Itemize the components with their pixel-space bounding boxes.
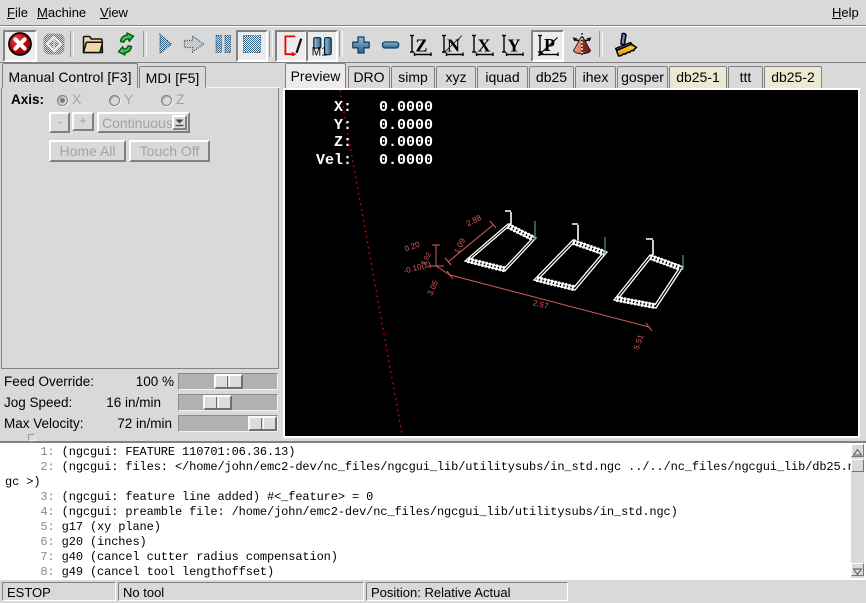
svg-text:2.88: 2.88 (465, 213, 483, 228)
svg-text:3.05: 3.05 (425, 278, 440, 296)
svg-text:0.20: 0.20 (403, 240, 421, 254)
svg-text:M1: M1 (312, 47, 328, 56)
svg-text:Y: Y (508, 36, 521, 56)
svg-text:1.09: 1.09 (452, 236, 467, 254)
svg-text:5.51: 5.51 (632, 333, 646, 351)
svg-text:N: N (447, 36, 460, 56)
svg-text:X: X (478, 36, 491, 56)
svg-text:-0.10(2): -0.10(2) (403, 260, 433, 276)
svg-text:Z: Z (416, 36, 428, 56)
